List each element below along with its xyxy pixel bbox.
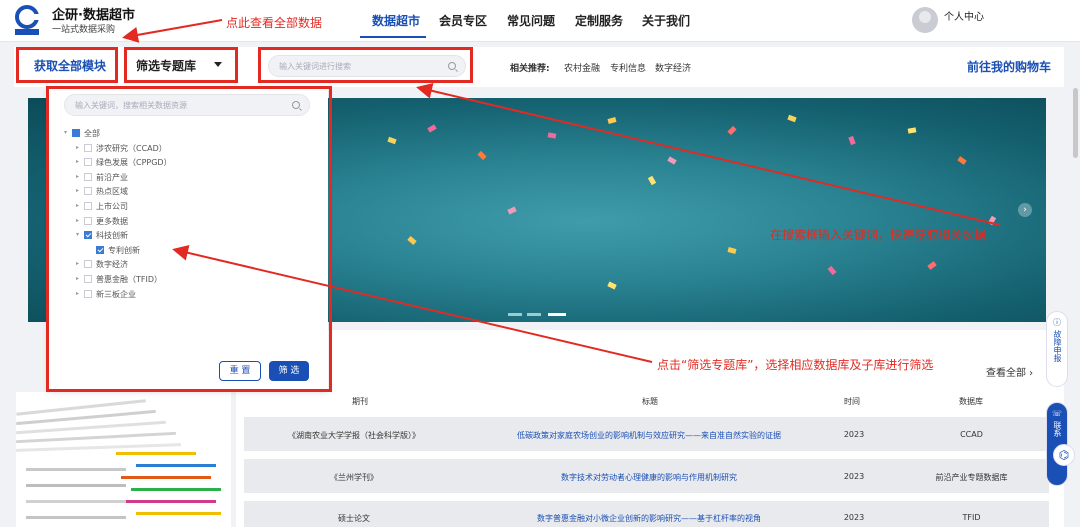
confetti	[607, 117, 617, 124]
table-row[interactable]: 《湖南农业大学学报（社会科学版）》 低碳政策对家庭农场创业的影响机制与效应研究—…	[244, 417, 1049, 451]
cell-title-link[interactable]: 低碳政策对家庭农场创业的影响机制与效应研究——来自准自然实验的证据	[484, 430, 814, 441]
confetti	[667, 156, 677, 165]
nav-data-market[interactable]: 数据超市	[372, 12, 420, 29]
recommend-label: 相关推荐:	[510, 64, 550, 74]
go-to-cart-link[interactable]: 前往我的购物车	[967, 58, 1051, 75]
recommend-link-rural-finance[interactable]: 农村金融	[564, 61, 600, 74]
nav-custom-service[interactable]: 定制服务	[575, 12, 623, 29]
recommend-link-digital-economy[interactable]: 数字经济	[655, 61, 691, 74]
column-header-journal: 期刊	[352, 397, 368, 406]
confetti	[827, 265, 837, 276]
contact-label: 联系	[1053, 421, 1062, 437]
cell-database: 前沿产业专题数据库	[935, 473, 1008, 482]
cell-journal: 硕士论文	[338, 514, 370, 523]
table-row[interactable]: 硕士论文 数字普惠金融对小微企业创新的影响研究——基于杠杆率的视角 2023 T…	[244, 501, 1049, 527]
column-header-title: 标题	[642, 397, 658, 406]
annotation-box-search	[258, 47, 473, 83]
confetti	[407, 236, 417, 245]
confetti	[848, 135, 856, 146]
info-icon: ⓘ	[1053, 318, 1061, 327]
cell-year: 2023	[843, 472, 865, 481]
nav-faq[interactable]: 常见问题	[507, 12, 555, 29]
confetti	[607, 281, 617, 290]
books-image	[16, 392, 231, 527]
annotation-text-filter: 点击“筛选专题库”，选择相应数据库及子库进行筛选	[657, 358, 934, 372]
confetti	[507, 206, 517, 215]
cell-title-link[interactable]: 数字技术对劳动者心理健康的影响与作用机制研究	[484, 472, 814, 483]
fault-report-button[interactable]: ⓘ 故障申报	[1046, 311, 1068, 387]
nav-member-zone[interactable]: 会员专区	[439, 12, 487, 29]
floating-service-icon[interactable]: ⌬	[1053, 444, 1075, 466]
carousel-dot[interactable]	[527, 313, 541, 316]
recommend-link-patent[interactable]: 专利信息	[610, 61, 646, 74]
brand-name[interactable]: 企研·数据超市	[52, 4, 135, 23]
headset-icon: ☏	[1051, 409, 1062, 418]
carousel-dot[interactable]	[508, 313, 522, 316]
column-header-database: 数据库	[959, 397, 983, 406]
table-row[interactable]: 《兰州学刊》 数字技术对劳动者心理健康的影响与作用机制研究 2023 前沿产业专…	[244, 459, 1049, 493]
annotation-box-filter	[124, 47, 238, 83]
see-all-link[interactable]: 查看全部 ›	[986, 364, 1033, 379]
cell-year: 2023	[843, 513, 865, 522]
confetti	[547, 132, 557, 139]
carousel-next-icon[interactable]: ›	[1018, 203, 1032, 217]
brand-tagline: 一站式数据采购	[52, 25, 116, 35]
confetti	[727, 247, 737, 254]
user-center-link[interactable]: 个人中心	[944, 8, 984, 23]
annotation-box-panel	[46, 86, 332, 392]
confetti	[787, 114, 797, 123]
avatar[interactable]	[912, 7, 938, 33]
cell-journal: 《湖南农业大学学报（社会科学版）》	[288, 431, 420, 440]
annotation-text-top: 点此查看全部数据	[226, 16, 323, 30]
fault-report-label: 故障申报	[1053, 330, 1062, 362]
confetti	[727, 125, 737, 136]
confetti	[387, 136, 397, 145]
column-header-time: 时间	[844, 397, 860, 406]
scrollbar[interactable]	[1073, 88, 1078, 158]
confetti	[427, 124, 437, 133]
confetti	[927, 261, 937, 270]
cell-title-link[interactable]: 数字普惠金融对小微企业创新的影响研究——基于杠杆率的视角	[484, 513, 814, 524]
confetti	[647, 175, 657, 186]
cell-database: CCAD	[960, 430, 983, 439]
confetti	[987, 215, 997, 226]
nav-active-indicator	[360, 36, 426, 38]
carousel-dot-active[interactable]	[548, 313, 566, 316]
confetti	[957, 156, 967, 165]
annotation-box-get-all	[16, 47, 118, 83]
confetti	[907, 127, 917, 134]
cell-year: 2023	[843, 430, 865, 439]
nav-about-us[interactable]: 关于我们	[642, 12, 690, 29]
brand-logo-icon[interactable]	[14, 5, 40, 35]
confetti	[477, 150, 487, 161]
cell-journal: 《兰州学刊》	[330, 473, 378, 482]
annotation-text-search: 在搜索框输入关键词，快速获取相关数据	[770, 228, 987, 242]
cell-database: TFID	[962, 513, 981, 522]
